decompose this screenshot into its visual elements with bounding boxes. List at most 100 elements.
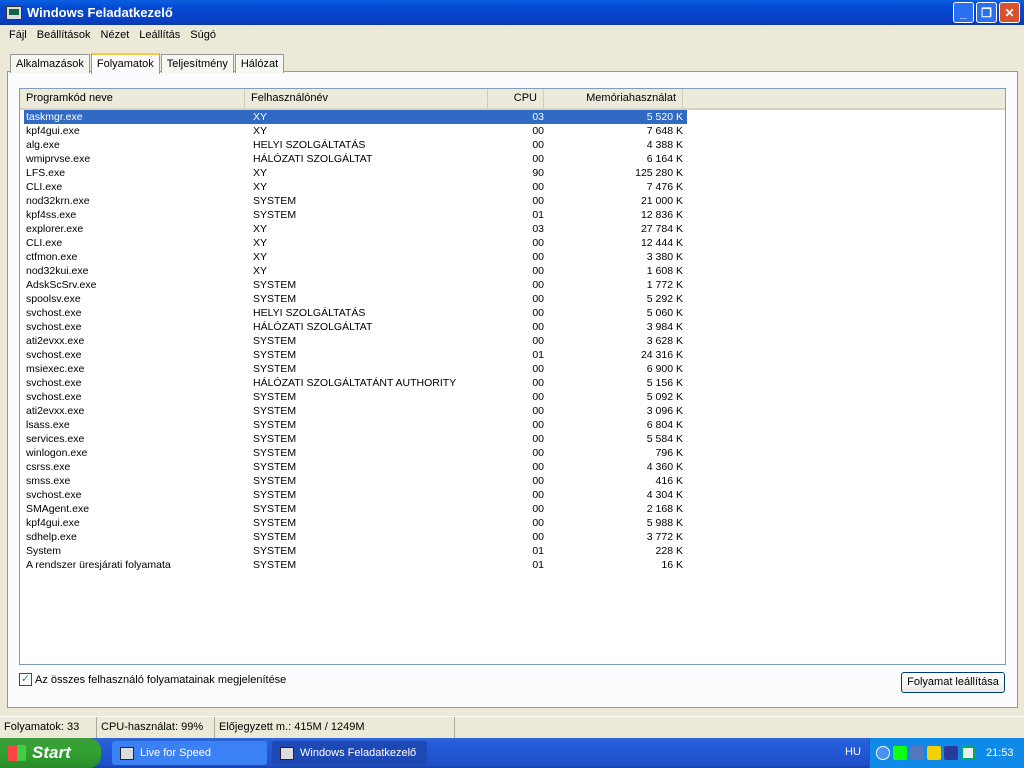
end-process-button[interactable]: Folyamat leállítása bbox=[901, 672, 1005, 693]
tab-processes[interactable]: Folyamatok bbox=[90, 53, 160, 74]
table-row[interactable]: LFS.exe XY 90 125 280 K bbox=[24, 166, 687, 180]
memory-value: 5 584 K bbox=[646, 433, 683, 445]
process-name: svchost.exe bbox=[26, 377, 82, 389]
column-header-cpu[interactable]: CPU bbox=[488, 89, 544, 108]
title-bar[interactable]: Windows Feladatkezelő _ ❐ ✕ bbox=[0, 0, 1024, 25]
clock[interactable]: 21:53 bbox=[986, 747, 1014, 759]
user-name: SYSTEM bbox=[253, 489, 297, 501]
language-indicator[interactable]: HU bbox=[845, 746, 861, 758]
user-name: SYSTEM bbox=[253, 433, 297, 445]
minimize-button[interactable]: _ bbox=[953, 2, 974, 23]
status-commit-charge: Előjegyzett m.: 415M / 1249M bbox=[215, 717, 455, 738]
table-row[interactable]: svchost.exe SYSTEM 00 5 092 K bbox=[24, 390, 687, 404]
table-row[interactable]: sdhelp.exe SYSTEM 00 3 772 K bbox=[24, 530, 687, 544]
maximize-button[interactable]: ❐ bbox=[976, 2, 997, 23]
table-row[interactable]: taskmgr.exe XY 03 5 520 K bbox=[24, 110, 687, 124]
memory-value: 3 984 K bbox=[646, 321, 683, 333]
cpu-value: 00 bbox=[532, 195, 544, 207]
table-row[interactable]: svchost.exe SYSTEM 01 24 316 K bbox=[24, 348, 687, 362]
table-row[interactable]: kpf4ss.exe SYSTEM 01 12 836 K bbox=[24, 208, 687, 222]
menu-file[interactable]: Fájl bbox=[4, 29, 32, 41]
process-name: svchost.exe bbox=[26, 391, 82, 403]
table-row[interactable]: A rendszer üresjárati folyamata SYSTEM 01 1… bbox=[24, 558, 687, 572]
table-row[interactable]: ctfmon.exe XY 00 3 380 K bbox=[24, 250, 687, 264]
table-row[interactable]: CLI.exe XY 00 12 444 K bbox=[24, 236, 687, 250]
memory-value: 5 988 K bbox=[646, 517, 683, 529]
cpu-value: 00 bbox=[532, 265, 544, 277]
network-warning-icon[interactable] bbox=[927, 746, 941, 760]
column-header-memory[interactable]: Memóriahasználat bbox=[544, 89, 683, 108]
table-row[interactable]: spoolsv.exe SYSTEM 00 5 292 K bbox=[24, 292, 687, 306]
column-header-image-name[interactable]: Programkód neve bbox=[20, 89, 245, 108]
table-row[interactable]: smss.exe SYSTEM 00 416 K bbox=[24, 474, 687, 488]
cpu-value: 00 bbox=[532, 433, 544, 445]
show-all-users-label[interactable]: Az összes felhasználó folyamatainak megj… bbox=[35, 674, 286, 686]
menu-help[interactable]: Súgó bbox=[185, 29, 221, 41]
table-row[interactable]: lsass.exe SYSTEM 00 6 804 K bbox=[24, 418, 687, 432]
table-row[interactable]: ati2evxx.exe SYSTEM 00 3 628 K bbox=[24, 334, 687, 348]
cpu-value: 00 bbox=[532, 503, 544, 515]
shield-icon[interactable] bbox=[944, 746, 958, 760]
network-icon[interactable] bbox=[910, 746, 924, 760]
process-name: svchost.exe bbox=[26, 321, 82, 333]
process-name: AdskScSrv.exe bbox=[26, 279, 97, 291]
process-name: taskmgr.exe bbox=[26, 111, 83, 123]
table-row[interactable]: svchost.exe HELYI SZOLGÁLTATÁS 00 5 060 K bbox=[24, 306, 687, 320]
taskbar-item-task-manager[interactable]: Windows Feladatkezelő bbox=[272, 741, 427, 765]
antivirus-icon[interactable] bbox=[961, 746, 975, 760]
table-row[interactable]: nod32krn.exe SYSTEM 00 21 000 K bbox=[24, 194, 687, 208]
taskbar-item-live-for-speed[interactable]: Live for Speed bbox=[112, 741, 267, 765]
table-row[interactable]: System SYSTEM 01 228 K bbox=[24, 544, 687, 558]
cpu-value: 00 bbox=[532, 377, 544, 389]
table-row[interactable]: msiexec.exe SYSTEM 00 6 900 K bbox=[24, 362, 687, 376]
show-all-users-checkbox[interactable]: ✓ Az összes felhasználó folyamatainak me… bbox=[19, 673, 286, 686]
menu-options[interactable]: Beállítások bbox=[32, 29, 96, 41]
user-name: SYSTEM bbox=[253, 461, 297, 473]
cpu-value: 00 bbox=[532, 475, 544, 487]
task-label: Live for Speed bbox=[140, 747, 211, 759]
menu-view[interactable]: Nézet bbox=[96, 29, 135, 41]
process-name: lsass.exe bbox=[26, 419, 70, 431]
table-row[interactable]: wmiprvse.exe HÁLÓZATI SZOLGÁLTAT 00 6 164 K bbox=[24, 152, 687, 166]
cpu-value: 00 bbox=[532, 391, 544, 403]
tab-applications[interactable]: Alkalmazások bbox=[10, 54, 90, 73]
table-row[interactable]: explorer.exe XY 03 27 784 K bbox=[24, 222, 687, 236]
tab-performance[interactable]: Teljesítmény bbox=[160, 54, 234, 73]
menu-bar: Fájl Beállítások Nézet Leállítás Súgó bbox=[0, 25, 1024, 45]
close-button[interactable]: ✕ bbox=[999, 2, 1020, 23]
table-row[interactable]: AdskScSrv.exe SYSTEM 00 1 772 K bbox=[24, 278, 687, 292]
table-row[interactable]: csrss.exe SYSTEM 00 4 360 K bbox=[24, 460, 687, 474]
table-row[interactable]: nod32kui.exe XY 00 1 608 K bbox=[24, 264, 687, 278]
column-header-user-name[interactable]: Felhasználónév bbox=[245, 89, 488, 108]
cpu-value: 00 bbox=[532, 363, 544, 375]
user-name: XY bbox=[253, 223, 268, 235]
start-button[interactable]: Start bbox=[0, 738, 101, 768]
show-hidden-icons-chevron-icon[interactable] bbox=[876, 746, 890, 760]
process-name: svchost.exe bbox=[26, 307, 82, 319]
memory-value: 125 280 K bbox=[635, 167, 683, 179]
table-row[interactable]: winlogon.exe SYSTEM 00 796 K bbox=[24, 446, 687, 460]
table-row[interactable]: SMAgent.exe SYSTEM 00 2 168 K bbox=[24, 502, 687, 516]
memory-value: 12 836 K bbox=[640, 209, 683, 221]
cpu-value: 00 bbox=[532, 153, 544, 165]
status-cpu-usage: CPU-használat: 99% bbox=[97, 717, 215, 738]
table-row[interactable]: ati2evxx.exe SYSTEM 00 3 096 K bbox=[24, 404, 687, 418]
table-row[interactable]: svchost.exe SYSTEM 00 4 304 K bbox=[24, 488, 687, 502]
table-row[interactable]: svchost.exe HÁLÓZATI SZOLGÁLTATÁNT AUTHOR… bbox=[24, 376, 687, 390]
process-name: svchost.exe bbox=[26, 489, 82, 501]
checkbox-check-icon[interactable]: ✓ bbox=[19, 673, 32, 686]
green-status-icon[interactable] bbox=[893, 746, 907, 760]
user-name: XY bbox=[253, 237, 268, 249]
table-row[interactable]: svchost.exe HÁLÓZATI SZOLGÁLTAT 00 3 984 K bbox=[24, 320, 687, 334]
table-row[interactable]: CLI.exe XY 00 7 476 K bbox=[24, 180, 687, 194]
table-row[interactable]: kpf4gui.exe SYSTEM 00 5 988 K bbox=[24, 516, 687, 530]
table-row[interactable]: kpf4gui.exe XY 00 7 648 K bbox=[24, 124, 687, 138]
cpu-value: 03 bbox=[532, 223, 544, 235]
table-row[interactable]: alg.exe HELYI SZOLGÁLTATÁS 00 4 388 K bbox=[24, 138, 687, 152]
table-row[interactable]: services.exe SYSTEM 00 5 584 K bbox=[24, 432, 687, 446]
process-list[interactable]: Programkód neve Felhasználónév CPU Memór… bbox=[19, 88, 1006, 665]
menu-shutdown[interactable]: Leállítás bbox=[134, 29, 185, 41]
user-name: SYSTEM bbox=[253, 517, 297, 529]
user-name: SYSTEM bbox=[253, 391, 297, 403]
tab-networking[interactable]: Hálózat bbox=[234, 54, 285, 73]
